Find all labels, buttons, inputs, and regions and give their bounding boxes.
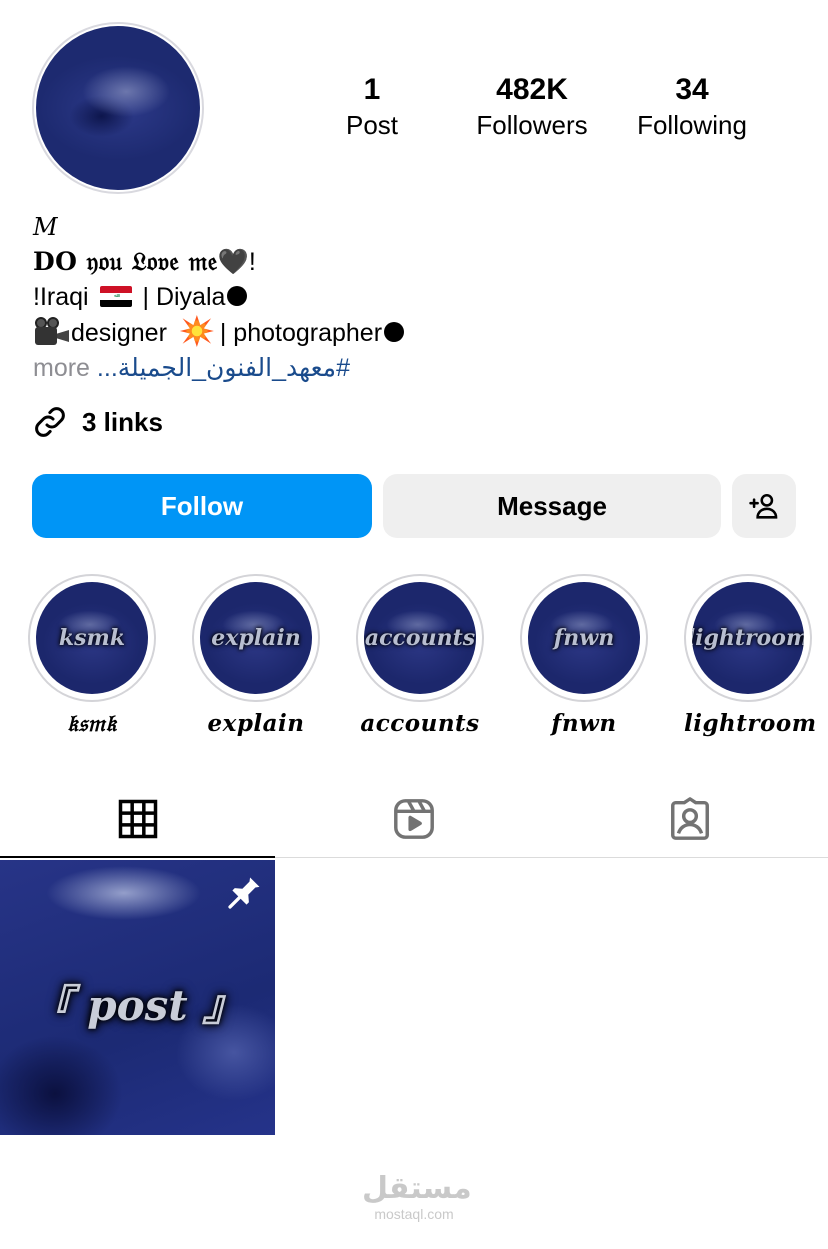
stat-posts-count: 1 [363,73,381,106]
bio-line-3-b: | photographer [219,319,383,347]
highlight-item[interactable]: fnwn fnwn [520,574,648,737]
highlight-item[interactable]: ksmk 𝔨𝔰𝔪𝔨 [28,574,156,737]
bio-line-1: DO 𝔶𝔬𝔲 𝔏𝔬𝔳𝔢 𝔪𝔢🖤! [33,244,793,280]
highlight-item[interactable]: accounts accounts [356,574,484,737]
highlight-label: fnwn [551,710,617,737]
highlight-cover-text: lightroom [692,625,804,651]
highlight-cover: accounts [356,574,484,702]
suggested-users-button[interactable] [732,474,796,538]
profile-avatar[interactable] [32,22,204,194]
profile-links[interactable]: 3 links [32,404,163,440]
post-cover-text: 『 post 』 [30,981,245,1030]
stat-followers-label: Followers [476,110,588,140]
bio-more-line: more #معهد_الفنون_الجميلة... [33,351,793,386]
tab-reels[interactable] [276,780,552,858]
active-tab-indicator [0,856,275,858]
stat-posts[interactable]: 1 Post [292,72,452,142]
stat-following-label: Following [637,110,747,140]
profile-tabs [0,780,828,858]
profile-name: M [33,213,58,241]
highlight-label: lightroom [684,710,817,737]
highlight-item[interactable]: explain explain [192,574,320,737]
link-icon [35,407,65,437]
black-circle-icon [227,286,248,306]
bio-line-1-end: ! [248,248,256,276]
bio-line-2-mid: | Diyala [142,283,226,311]
movie-camera-icon [33,317,71,347]
highlight-label: explain [207,710,305,737]
highlight-item[interactable]: lightroom lightroom [684,574,817,737]
bio-line-2: !Iraqi ﷲ | Diyala [33,280,793,315]
profile-stats: 1 Post 482K Followers 34 Following [292,72,772,142]
avatar-image [36,26,200,190]
bio-line-3: designer | photographer [33,315,793,351]
watermark-arabic: مستقل [362,1171,472,1206]
profile-bio: M DO 𝔶𝔬𝔲 𝔏𝔬𝔳𝔢 𝔪𝔢🖤! !Iraqi ﷲ | Diyala des… [33,210,793,386]
reels-icon [394,799,434,839]
watermark-latin: mostaql.com [374,1206,454,1222]
highlight-label: 𝔨𝔰𝔪𝔨 [67,710,117,737]
highlight-cover-text: accounts [364,625,476,651]
bio-more-link[interactable]: more [33,354,90,382]
highlight-cover: explain [192,574,320,702]
highlight-cover-text: fnwn [553,625,615,651]
follow-button[interactable]: Follow [32,474,372,538]
tab-tagged[interactable] [552,780,828,858]
bio-line-1-text: DO 𝔶𝔬𝔲 𝔏𝔬𝔳𝔢 𝔪𝔢 [33,247,218,276]
highlight-cover-text: ksmk [58,625,126,651]
highlight-cover: fnwn [520,574,648,702]
pin-icon [228,877,260,909]
bio-hashtag[interactable]: #معهد_الفنون_الجميلة... [97,354,350,382]
bio-line-2-start: !Iraqi [33,283,89,311]
highlight-label: accounts [360,710,480,737]
add-person-icon [749,493,778,519]
highlight-cover: ksmk [28,574,156,702]
grid-icon [118,799,158,839]
collision-icon [179,315,214,347]
highlight-cover: lightroom [684,574,812,702]
watermark: مستقل mostaql.com [362,1171,472,1223]
tab-posts[interactable] [0,780,276,858]
iraq-flag-icon: ﷲ [99,286,132,307]
links-label: 3 links [82,406,163,437]
stat-followers[interactable]: 482K Followers [452,72,612,142]
stat-posts-label: Post [345,110,399,140]
highlight-cover-text: explain [211,625,301,651]
message-button[interactable]: Message [383,474,721,538]
stat-following[interactable]: 34 Following [612,72,772,142]
stat-followers-count: 482K [496,73,568,106]
black-heart-emoji: 🖤 [217,248,249,276]
bio-line-3-a: designer [71,319,167,347]
tagged-icon [671,797,709,840]
post-thumbnail[interactable]: 『 post 』 [0,860,275,1135]
stat-following-count: 34 [675,73,709,106]
black-circle-icon [384,322,405,342]
